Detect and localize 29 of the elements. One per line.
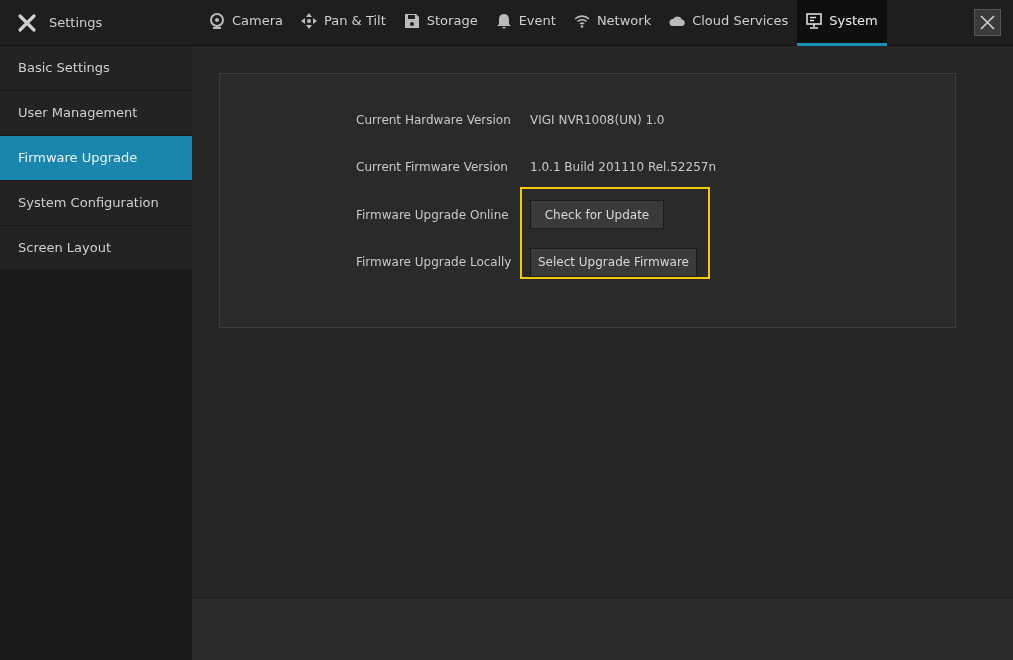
- sidebar-item[interactable]: System Configuration: [0, 181, 192, 226]
- close-button[interactable]: [974, 9, 1001, 36]
- nav-tab[interactable]: Camera: [200, 0, 293, 46]
- field-label: Current Hardware Version: [356, 111, 512, 129]
- nav-tab[interactable]: Storage: [394, 0, 487, 46]
- field-value: VIGI NVR1008(UN) 1.0: [530, 111, 665, 129]
- wifi-icon: [573, 13, 590, 29]
- sidebar-item[interactable]: Basic Settings: [0, 46, 192, 91]
- action-button[interactable]: Check for Update: [530, 200, 664, 230]
- nav-tab[interactable]: Network: [564, 0, 661, 46]
- header-title: Settings: [49, 13, 103, 32]
- field-label: Firmware Upgrade Locally: [356, 254, 513, 272]
- sidebar-item[interactable]: Firmware Upgrade: [0, 136, 192, 181]
- nav-tab[interactable]: System: [797, 0, 887, 46]
- nav-tab[interactable]: Pan & Tilt: [292, 0, 395, 46]
- field-label: Firmware Upgrade Online: [356, 206, 510, 224]
- four-arrows-icon: [301, 13, 318, 29]
- sidebar-item[interactable]: Screen Layout: [0, 226, 192, 271]
- nav-tab[interactable]: Cloud Services: [660, 0, 798, 46]
- close-icon: [980, 15, 995, 30]
- nav-tab[interactable]: Event: [486, 0, 565, 46]
- cloud-icon: [669, 13, 686, 29]
- monitor-icon: [806, 13, 823, 29]
- field-value: 1.0.1 Build 201110 Rel.52257n: [530, 159, 717, 177]
- webcam-icon: [209, 13, 225, 29]
- action-button[interactable]: Select Upgrade Firmware: [530, 247, 697, 277]
- field-label: Current Firmware Version: [356, 159, 509, 177]
- sidebar-item[interactable]: User Management: [0, 91, 192, 136]
- bell-icon: [495, 13, 512, 29]
